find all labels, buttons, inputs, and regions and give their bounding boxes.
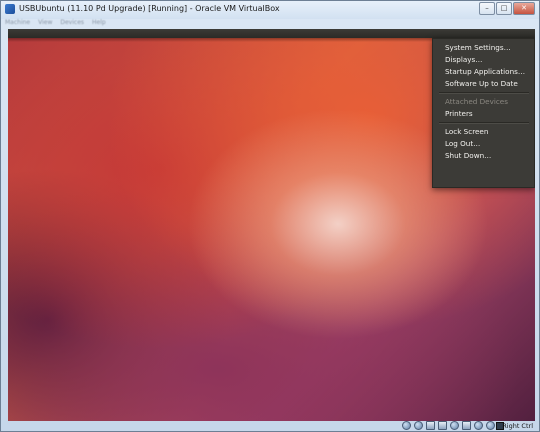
mouse-integration-icon[interactable]: [486, 421, 495, 430]
menu-item-log-out[interactable]: Log Out…: [445, 139, 480, 148]
window-title: USBUbuntu (11.10 Pd Upgrade) [Running] -…: [19, 4, 280, 13]
menu-item-attached-devices: Attached Devices: [445, 97, 508, 106]
title-bar[interactable]: USBUbuntu (11.10 Pd Upgrade) [Running] -…: [1, 1, 539, 19]
menu-item-software-up-to-date[interactable]: Software Up to Date: [445, 79, 518, 88]
menu-separator: [439, 92, 529, 94]
maximize-button[interactable]: □: [496, 2, 512, 15]
host-key-label: Right Ctrl: [502, 422, 533, 430]
session-menu: System Settings… Displays… Startup Appli…: [432, 38, 535, 188]
hard-disk-icon[interactable]: [402, 421, 411, 430]
menu-item-lock-screen[interactable]: Lock Screen: [445, 127, 488, 136]
menu-item-system-settings[interactable]: System Settings…: [445, 43, 511, 52]
status-bar: Right Ctrl: [1, 421, 539, 431]
virtualization-icon: [474, 421, 483, 430]
menu-machine[interactable]: Machine: [5, 19, 30, 29]
menu-devices[interactable]: Devices: [60, 19, 84, 29]
ubuntu-top-panel[interactable]: [8, 29, 535, 42]
menu-separator: [439, 122, 529, 124]
network-icon[interactable]: [450, 421, 459, 430]
menu-view[interactable]: View: [38, 19, 52, 29]
menu-bar: Machine View Devices Help: [5, 19, 106, 29]
virtualbox-window: USBUbuntu (11.10 Pd Upgrade) [Running] -…: [0, 0, 540, 432]
minimize-button[interactable]: –: [479, 2, 495, 15]
display-icon[interactable]: [462, 421, 471, 430]
menu-help[interactable]: Help: [92, 19, 106, 29]
shared-folders-icon[interactable]: [438, 421, 447, 430]
menu-item-startup-applications[interactable]: Startup Applications…: [445, 67, 525, 76]
menu-item-shut-down[interactable]: Shut Down…: [445, 151, 491, 160]
guest-display[interactable]: System Settings… Displays… Startup Appli…: [8, 29, 535, 421]
close-button[interactable]: ✕: [513, 2, 535, 15]
virtualbox-icon: [5, 4, 15, 14]
usb-icon[interactable]: [426, 421, 435, 430]
menu-item-displays[interactable]: Displays…: [445, 55, 482, 64]
menu-item-printers[interactable]: Printers: [445, 109, 473, 118]
optical-drive-icon[interactable]: [414, 421, 423, 430]
